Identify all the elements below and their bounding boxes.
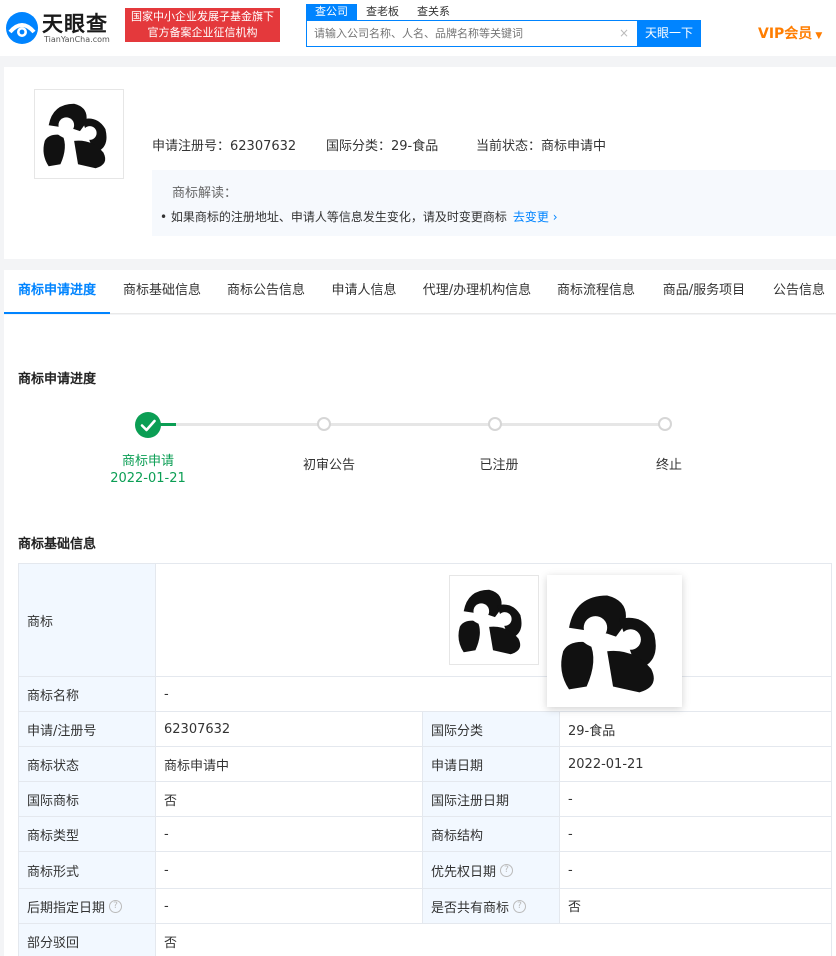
step-date-apply: 2022-01-21	[110, 471, 186, 486]
trademark-interpretation: 商标解读： • 如果商标的注册地址、申请人等信息发生变化，请及时变更商标 去变更 …	[152, 170, 836, 236]
logo-subtext: TianYanCha.com	[44, 35, 110, 44]
label-intl-reg-date: 国际注册日期	[422, 781, 560, 817]
trademark-summary-card: 申请注册号：62307632 国际分类：29-食品 当前状态：商标申请中 商标解…	[4, 67, 836, 259]
summary-status: 当前状态：商标申请中	[476, 139, 607, 154]
trademark-image-icon	[561, 595, 656, 693]
step-dot-icon	[317, 417, 331, 431]
summary-reg-no: 申请注册号：62307632	[152, 139, 297, 154]
label-intl-trademark: 国际商标	[18, 781, 156, 817]
value-partial-rejection: 否	[155, 923, 832, 956]
search-type-tabs: 查公司 查老板 查关系	[306, 4, 459, 20]
tab-basic-info[interactable]: 商标基础信息	[110, 270, 214, 314]
help-icon[interactable]: ?	[513, 899, 527, 913]
vip-label: VIP会员	[758, 26, 813, 42]
value-priority-date: -	[559, 851, 832, 889]
progress-track	[154, 423, 664, 426]
tab-agency-info[interactable]: 代理/办理机构信息	[410, 270, 544, 314]
tab-announcement-info[interactable]: 商标公告信息	[214, 270, 318, 314]
trademark-image-small[interactable]	[449, 575, 539, 665]
value-intl-class: 29-食品	[559, 711, 832, 747]
label-apply-date: 申请日期	[422, 746, 560, 782]
search-input[interactable]	[307, 21, 607, 46]
search-tab-boss[interactable]: 查老板	[357, 4, 408, 20]
badge-line-2: 官方备案企业征信机构	[147, 26, 258, 39]
caret-down-icon: ▼	[815, 31, 823, 41]
step-done-check-icon	[135, 412, 161, 438]
tab-applicant-info[interactable]: 申请人信息	[318, 270, 410, 314]
site-logo[interactable]: 天眼查 TianYanCha.com	[4, 8, 118, 46]
change-link[interactable]: 去变更 ›	[513, 210, 558, 224]
vip-member-menu[interactable]: VIP会员 ▼	[758, 23, 822, 43]
label-later-designation: 后期指定日期	[27, 900, 106, 916]
trademark-image-preview-popup	[547, 575, 682, 707]
trademark-image-icon	[43, 103, 107, 169]
value-intl-reg-date: -	[559, 781, 832, 817]
label-trademark-name: 商标名称	[18, 676, 156, 712]
step-dot-icon	[488, 417, 502, 431]
label-trademark-form: 商标形式	[18, 851, 156, 889]
interp-text: • 如果商标的注册地址、申请人等信息发生变化，请及时变更商标	[160, 210, 507, 224]
value-intl-trademark: 否	[155, 781, 423, 817]
value-trademark-name: -	[155, 676, 832, 712]
tab-process-info[interactable]: 商标流程信息	[544, 270, 648, 314]
badge-line-1: 国家中小企业发展子基金旗下	[131, 10, 274, 23]
summary-intl-class: 国际分类：29-食品	[326, 139, 439, 154]
trademark-image-icon	[458, 589, 522, 655]
step-label-apply: 商标申请	[121, 454, 174, 469]
value-trademark-type: -	[155, 816, 423, 852]
search-box: ×	[306, 20, 638, 47]
tab-progress[interactable]: 商标申请进度	[4, 270, 110, 314]
step-dot-icon	[658, 417, 672, 431]
label-shared-trademark-cell: 是否共有商标?	[422, 888, 560, 924]
label-priority-date: 优先权日期	[431, 864, 497, 880]
label-status: 商标状态	[18, 746, 156, 782]
value-trademark-structure: -	[559, 816, 832, 852]
main-content: 商标申请进度 商标申请 2022-01-21 初审公告 已注册 终止 商标基础信…	[4, 315, 836, 956]
search-tab-relation[interactable]: 查关系	[408, 4, 459, 20]
value-shared-trademark: 否	[559, 888, 832, 924]
help-icon[interactable]: ?	[109, 899, 123, 913]
label-trademark-type: 商标类型	[18, 816, 156, 852]
interp-text-line: • 如果商标的注册地址、申请人等信息发生变化，请及时变更商标 去变更 ›	[160, 208, 558, 225]
value-apply-date: 2022-01-21	[559, 746, 832, 782]
help-icon[interactable]: ?	[500, 863, 514, 877]
step-label-registered: 已注册	[479, 458, 519, 473]
interp-title: 商标解读：	[172, 186, 238, 201]
tianyancha-logo-icon	[6, 12, 38, 44]
value-status: 商标申请中	[155, 746, 423, 782]
label-trademark-structure: 商标结构	[422, 816, 560, 852]
value-reg-no: 62307632	[155, 711, 423, 747]
step-label-prelim: 初审公告	[302, 458, 355, 473]
progress-section-title: 商标申请进度	[18, 372, 97, 387]
detail-tabs: 商标申请进度 商标基础信息 商标公告信息 申请人信息 代理/办理机构信息 商标流…	[4, 270, 836, 314]
clear-icon[interactable]: ×	[619, 26, 629, 40]
official-badge: 国家中小企业发展子基金旗下 官方备案企业征信机构	[125, 8, 280, 42]
label-trademark: 商标	[18, 563, 156, 677]
label-intl-class: 国际分类	[422, 711, 560, 747]
search-button[interactable]: 天眼一下	[637, 20, 701, 47]
logo-text: 天眼查	[42, 12, 108, 36]
search-tab-company[interactable]: 查公司	[306, 4, 357, 20]
basic-section-title: 商标基础信息	[18, 537, 97, 552]
value-trademark-form: -	[155, 851, 423, 889]
chevron-right-icon: ›	[552, 210, 558, 224]
value-later-designation: -	[155, 888, 423, 924]
tab-goods-services[interactable]: 商品/服务项目	[648, 270, 760, 314]
label-shared-trademark: 是否共有商标	[431, 900, 510, 916]
trademark-thumbnail[interactable]	[34, 89, 124, 179]
tab-bulletin-info[interactable]: 公告信息	[764, 270, 834, 314]
label-priority-date-cell: 优先权日期?	[422, 851, 560, 889]
label-reg-no: 申请/注册号	[18, 711, 156, 747]
step-label-terminated: 终止	[655, 458, 682, 473]
top-header: 天眼查 TianYanCha.com 国家中小企业发展子基金旗下 官方备案企业征…	[0, 0, 836, 56]
label-partial-rejection: 部分驳回	[18, 923, 156, 956]
label-later-designation-cell: 后期指定日期?	[18, 888, 156, 924]
change-link-label: 去变更	[512, 210, 549, 224]
